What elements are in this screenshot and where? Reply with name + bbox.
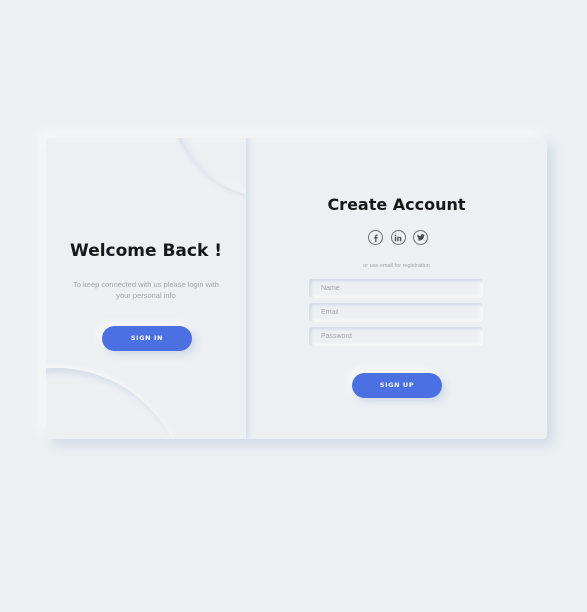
sign-up-button[interactable]: SIGN UP bbox=[352, 373, 442, 398]
signin-panel: Welcome Back ! To keep connected with us… bbox=[46, 138, 246, 439]
password-field[interactable] bbox=[309, 327, 483, 346]
signup-panel: Create Account or use email for registra… bbox=[246, 138, 547, 439]
twitter-icon[interactable] bbox=[413, 230, 428, 245]
linkedin-icon[interactable] bbox=[390, 230, 406, 245]
registration-note: or use email for registration bbox=[363, 263, 430, 269]
auth-card: Welcome Back ! To keep connected with us… bbox=[46, 138, 547, 439]
decorative-circle-bottom bbox=[46, 368, 186, 439]
email-field[interactable] bbox=[309, 303, 483, 322]
decorative-circle-top bbox=[168, 138, 246, 198]
welcome-description: To keep connected with us please login w… bbox=[73, 280, 219, 300]
create-account-title: Create Account bbox=[327, 195, 466, 214]
facebook-icon[interactable] bbox=[368, 230, 383, 245]
sign-in-button[interactable]: SIGN IN bbox=[102, 326, 192, 351]
welcome-title: Welcome Back ! bbox=[70, 241, 222, 261]
social-links bbox=[368, 230, 428, 246]
name-field[interactable] bbox=[309, 279, 483, 298]
